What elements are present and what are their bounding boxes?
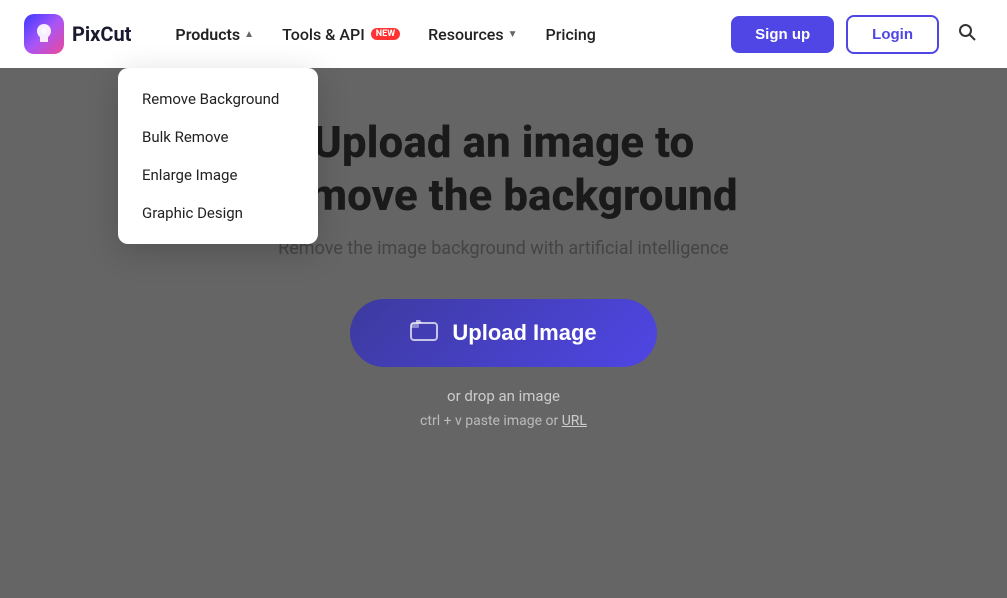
search-icon — [957, 22, 977, 42]
nav-pricing[interactable]: Pricing — [534, 17, 608, 52]
hero-subtitle: Remove the image background with artific… — [278, 238, 729, 259]
hero-title: Upload an image to remove the background — [269, 116, 737, 222]
upload-button[interactable]: Upload Image — [350, 299, 656, 367]
resources-chevron: ▼ — [508, 29, 518, 40]
tools-label: Tools & API — [282, 25, 365, 44]
ctrl-text: ctrl + v paste image or URL — [420, 413, 587, 429]
resources-label: Resources — [428, 25, 504, 44]
navbar: PixCut Products ▲ Tools & API NEW Resour… — [0, 0, 1007, 68]
logo-area[interactable]: PixCut — [24, 14, 131, 54]
products-chevron: ▲ — [244, 29, 254, 40]
pricing-label: Pricing — [546, 25, 596, 44]
nav-items: Products ▲ Tools & API NEW Resources ▼ P… — [163, 17, 731, 52]
brand-name: PixCut — [72, 22, 131, 46]
nav-right: Sign up Login — [731, 15, 983, 54]
dropdown-item-remove-bg[interactable]: Remove Background — [118, 80, 318, 118]
drop-text: or drop an image — [447, 387, 560, 405]
nav-tools[interactable]: Tools & API NEW — [270, 17, 412, 52]
products-dropdown: Remove Background Bulk Remove Enlarge Im… — [118, 68, 318, 244]
dropdown-item-graphic-design[interactable]: Graphic Design — [118, 194, 318, 232]
signup-button[interactable]: Sign up — [731, 16, 834, 53]
dropdown-item-enlarge[interactable]: Enlarge Image — [118, 156, 318, 194]
login-button[interactable]: Login — [846, 15, 939, 54]
search-button[interactable] — [951, 16, 983, 53]
nav-resources[interactable]: Resources ▼ — [416, 17, 529, 52]
upload-icon — [410, 319, 438, 347]
products-label: Products — [175, 25, 240, 44]
nav-products[interactable]: Products ▲ — [163, 17, 266, 52]
dropdown-item-bulk-remove[interactable]: Bulk Remove — [118, 118, 318, 156]
upload-button-label: Upload Image — [452, 320, 596, 346]
url-link[interactable]: URL — [562, 413, 587, 429]
logo-icon — [24, 14, 64, 54]
tools-badge: NEW — [371, 28, 400, 40]
